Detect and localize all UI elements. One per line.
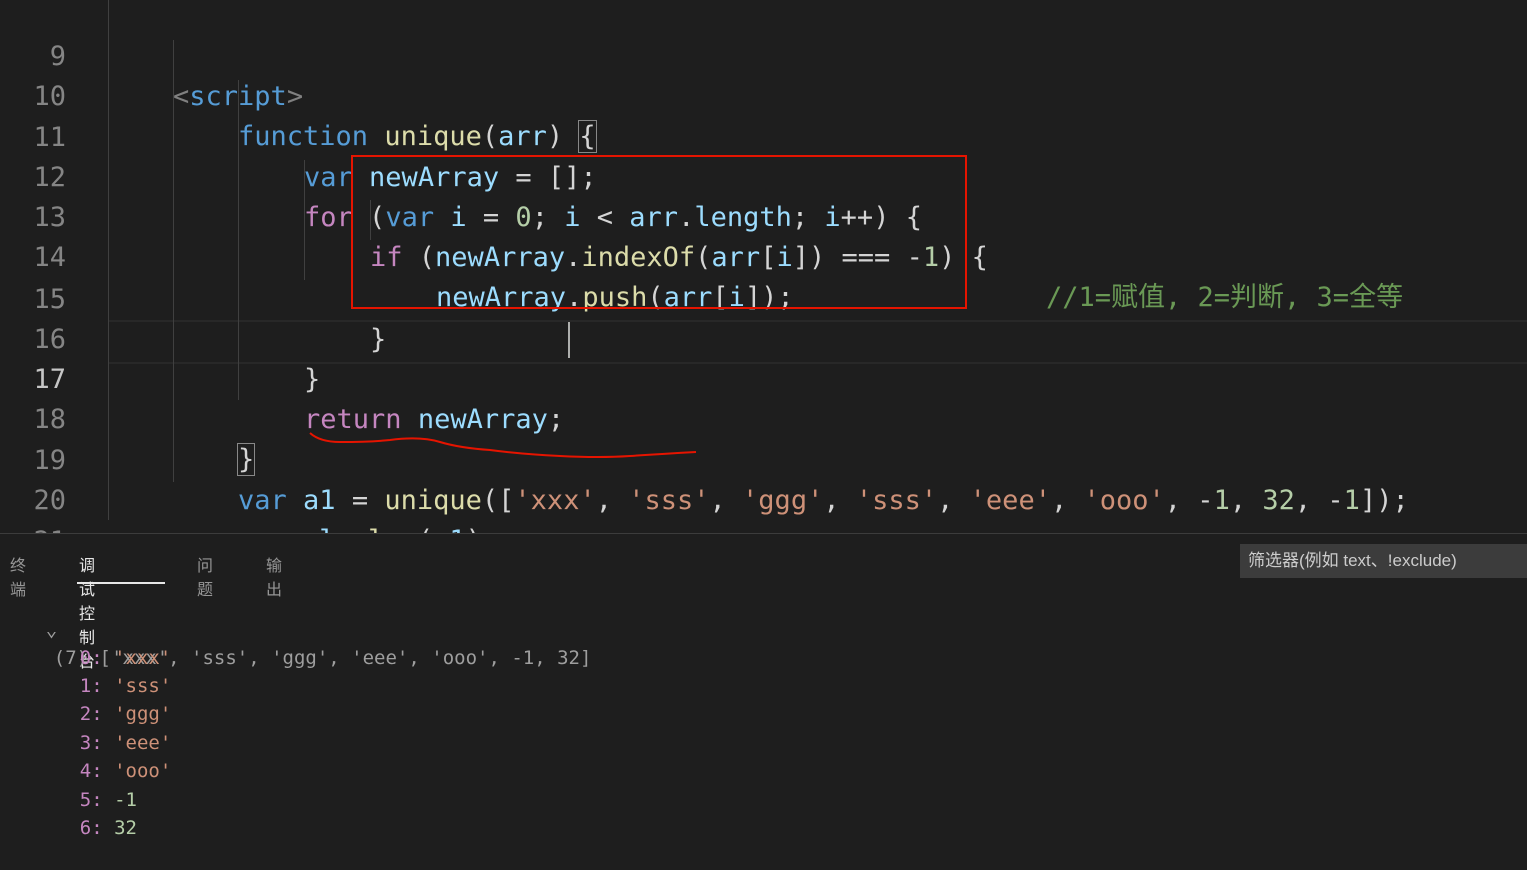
code-line[interactable]: 10 function unique(arr) { [0, 37, 1527, 153]
active-tab-indicator [77, 582, 165, 584]
item-value: 32 [114, 817, 137, 839]
handwritten-underline [309, 432, 697, 458]
line-number: 21 [0, 522, 66, 533]
code-line[interactable]: 21 </script> [0, 482, 1527, 533]
highlight-annotation-box [351, 155, 967, 309]
console-item[interactable]: 0: 'xxx' [34, 616, 172, 669]
console-item[interactable]: 6: 32 [34, 786, 137, 839]
console-item[interactable]: 1: 'sss' [34, 644, 172, 697]
code-editor[interactable]: 9 <script> 10 function unique(arr) { 11 … [0, 0, 1527, 533]
code-line[interactable]: 20 console.log(a1); [0, 441, 1527, 533]
code-line[interactable]: 17 return newArray; [0, 320, 1527, 435]
code-line[interactable]: 12 for (var i = 0; i < arr.length; i++) … [0, 118, 1527, 233]
code-line[interactable]: 9 <script> [0, 0, 1527, 112]
bottom-panel: 终端 调试控制台 问题 输出 筛选器(例如 text、!exclude) ⌄ (… [0, 533, 1527, 839]
item-key: 6: [79, 817, 103, 839]
code-line[interactable]: 19 var a1 = unique(['xxx', 'sss', 'ggg',… [0, 401, 1527, 516]
console-item[interactable]: 5: -1 [34, 758, 137, 811]
code-line[interactable]: 11 var newArray = []; [0, 78, 1527, 193]
console-item[interactable]: 3: 'eee' [34, 701, 172, 754]
console-summary-row[interactable]: ⌄ (7) ['xxx', 'sss', 'ggg', 'eee', 'ooo'… [0, 588, 592, 669]
text-cursor [568, 322, 570, 358]
console-item[interactable]: 2: 'ggg' [34, 672, 172, 725]
code-line[interactable]: 18 } [0, 360, 1527, 476]
console-item[interactable]: 4: 'ooo' [34, 729, 172, 782]
filter-input[interactable]: 筛选器(例如 text、!exclude) [1240, 544, 1527, 578]
